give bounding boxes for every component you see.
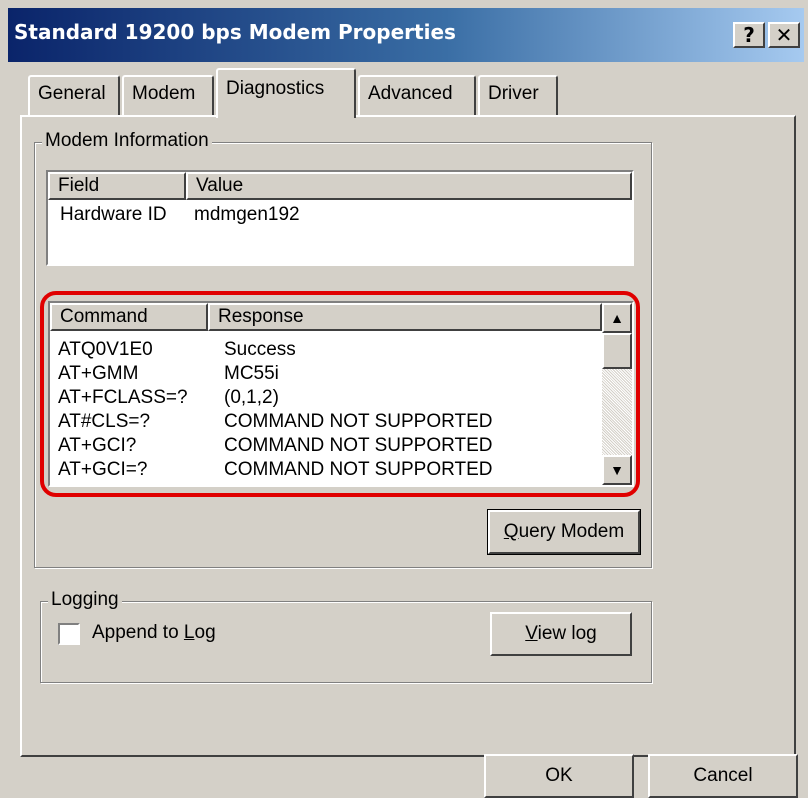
tab-modem[interactable]: Modem xyxy=(122,75,214,115)
append-to-log-label[interactable]: Append to Log xyxy=(92,622,216,644)
logging-label: Logging xyxy=(48,589,122,611)
window-title: Standard 19200 bps Modem Properties xyxy=(14,20,456,44)
tab-advanced-label: Advanced xyxy=(368,83,453,104)
tab-modem-label: Modem xyxy=(132,83,196,104)
help-button[interactable]: ? xyxy=(733,22,765,48)
modem-properties-dialog: Standard 19200 bps Modem Properties ? ✕ … xyxy=(0,0,808,798)
field-cell: Hardware ID xyxy=(60,204,167,225)
modem-info-list[interactable]: Field Value Hardware ID mdmgen192 xyxy=(46,170,634,266)
field-column-label: Field xyxy=(58,175,100,196)
tab-driver[interactable]: Driver xyxy=(478,75,558,115)
tab-diagnostics[interactable]: Diagnostics xyxy=(216,68,356,118)
query-modem-mnemonic: Q xyxy=(503,521,519,542)
tab-advanced[interactable]: Advanced xyxy=(358,75,476,115)
ok-label: OK xyxy=(545,765,573,786)
tab-general[interactable]: General xyxy=(28,75,120,115)
value-column-header[interactable]: Value xyxy=(186,172,632,200)
append-label-post: og xyxy=(194,622,216,643)
view-log-label: iew log xyxy=(537,623,597,644)
field-column-header[interactable]: Field xyxy=(48,172,186,200)
append-to-log-checkbox[interactable] xyxy=(58,623,80,645)
view-log-button[interactable]: View log xyxy=(490,612,632,656)
tab-diagnostics-label: Diagnostics xyxy=(226,78,325,99)
query-modem-button[interactable]: Query Modem xyxy=(487,509,641,555)
close-button[interactable]: ✕ xyxy=(768,22,800,48)
title-bar[interactable]: Standard 19200 bps Modem Properties ? ✕ xyxy=(8,8,804,62)
cancel-button[interactable]: Cancel xyxy=(648,754,798,798)
tab-general-label: General xyxy=(38,83,106,104)
ok-button[interactable]: OK xyxy=(484,754,634,798)
append-label-mnemonic: L xyxy=(183,622,195,643)
value-cell: mdmgen192 xyxy=(194,204,300,225)
tab-driver-label: Driver xyxy=(488,83,539,104)
close-icon: ✕ xyxy=(775,23,793,47)
value-column-label: Value xyxy=(196,175,244,196)
red-highlight-annotation xyxy=(40,291,640,497)
modem-information-label: Modem Information xyxy=(42,130,212,152)
view-log-mnemonic: V xyxy=(525,623,538,644)
cancel-label: Cancel xyxy=(693,765,753,786)
append-label-pre: Append to xyxy=(92,622,184,643)
query-modem-label: uery Modem xyxy=(518,521,625,542)
help-icon: ? xyxy=(743,23,755,47)
